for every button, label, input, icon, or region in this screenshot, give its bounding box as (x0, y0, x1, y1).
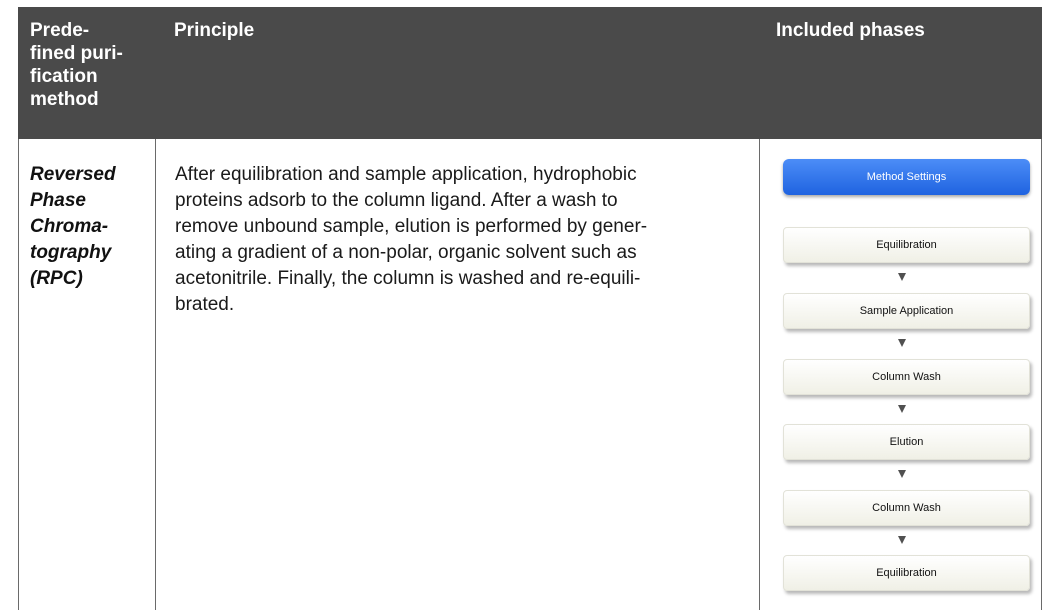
purification-method-table: Prede- fined puri- fication method Princ… (18, 7, 1042, 610)
phase-equilibration[interactable]: Equilibration (783, 227, 1030, 263)
phase-column-wash[interactable]: Column Wash (783, 359, 1030, 395)
principle-text: After equilibration and sample applicati… (175, 162, 743, 318)
phase-sample-application[interactable]: Sample Application (783, 293, 1030, 329)
header-method-line: Prede- (30, 20, 90, 41)
header-method-line: fined puri- (30, 43, 123, 64)
header-method-line: fication (30, 66, 98, 87)
header-method-line: method (30, 89, 99, 110)
method-name-line: Reversed (30, 164, 116, 185)
down-arrow-icon (898, 405, 906, 413)
down-arrow-icon (898, 470, 906, 478)
method-name: Reversed Phase Chroma- tography (RPC) (30, 162, 148, 292)
down-arrow-icon (898, 339, 906, 347)
principle-line: remove unbound sample, elution is perfor… (175, 216, 648, 237)
header-method: Prede- fined puri- fication method (30, 19, 140, 111)
table-header: Prede- fined puri- fication method Princ… (18, 7, 1042, 139)
phase-elution[interactable]: Elution (783, 424, 1030, 460)
table-border-left (18, 139, 19, 610)
phases-flow: Method Settings Equilibration Sample App… (770, 157, 1034, 607)
principle-line: brated. (175, 294, 235, 315)
down-arrow-icon (898, 273, 906, 281)
principle-line: proteins adsorb to the column ligand. Af… (175, 190, 618, 211)
column-divider (759, 139, 760, 610)
principle-line: ating a gradient of a non-polar, organic… (175, 242, 637, 263)
column-divider (155, 139, 156, 610)
header-included-phases: Included phases (776, 20, 925, 41)
phase-column-wash[interactable]: Column Wash (783, 490, 1030, 526)
method-name-line: Chroma- (30, 216, 109, 237)
method-settings-button[interactable]: Method Settings (783, 159, 1030, 195)
header-principle: Principle (174, 20, 255, 41)
method-name-line: tography (30, 242, 112, 263)
principle-line: acetonitrile. Finally, the column is was… (175, 268, 641, 289)
principle-line: After equilibration and sample applicati… (175, 164, 637, 185)
method-name-line: Phase (30, 190, 86, 211)
down-arrow-icon (898, 536, 906, 544)
table-border-right (1041, 139, 1042, 610)
phase-equilibration[interactable]: Equilibration (783, 555, 1030, 591)
method-name-line: (RPC) (30, 268, 83, 289)
